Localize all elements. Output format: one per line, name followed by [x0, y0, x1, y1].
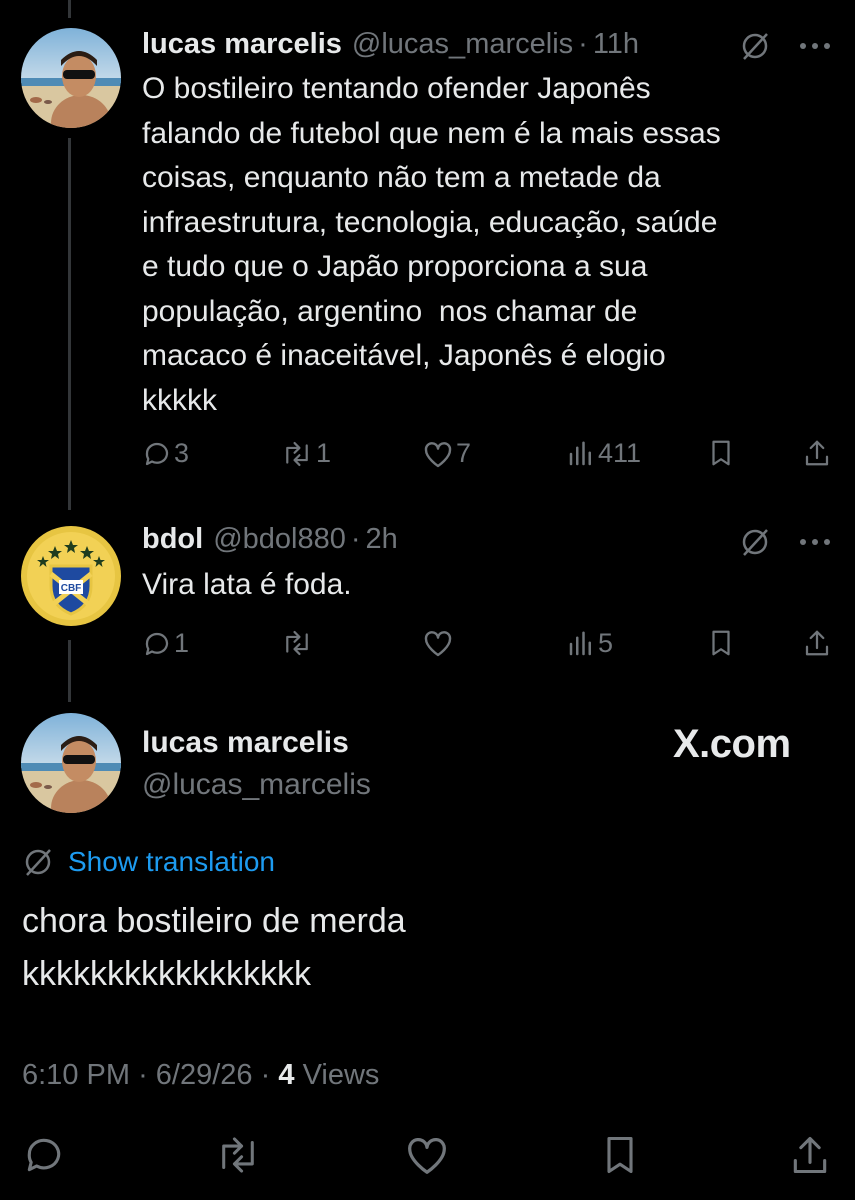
show-translation-label[interactable]: Show translation — [68, 846, 275, 878]
share-button[interactable] — [788, 1133, 832, 1177]
bookmark-icon — [712, 440, 730, 466]
views-count: 4 — [278, 1059, 295, 1091]
share-icon — [805, 630, 829, 656]
like-button[interactable] — [404, 1133, 450, 1177]
tweet-time[interactable]: 11h — [593, 28, 639, 61]
tweet-1-header: lucas marcelis @lucas_marcelis · 11h — [142, 28, 639, 61]
avatar-bdol[interactable]: CBF — [21, 526, 121, 626]
thread-line-top — [68, 0, 71, 18]
author-name[interactable]: bdol — [142, 523, 203, 556]
reply-button[interactable] — [22, 1133, 66, 1177]
author-handle[interactable]: @lucas_marcelis — [352, 28, 573, 61]
translate-icon[interactable] — [735, 26, 775, 66]
separator-dot: · — [260, 1059, 271, 1091]
tweet-meta: 6:10 PM · 6/29/26 · 4 Views — [22, 1059, 379, 1092]
bookmark-icon — [712, 630, 730, 656]
like-count: 7 — [456, 438, 472, 468]
views-count: 5 — [598, 628, 614, 658]
separator-dot: · — [350, 523, 361, 555]
translate-icon[interactable] — [735, 522, 775, 562]
avatar-crest-text: CBF — [61, 583, 82, 594]
views-icon — [569, 631, 591, 655]
repost-icon — [222, 1137, 254, 1173]
share-button[interactable] — [802, 628, 832, 658]
tweet-2-actions: 1 5 — [0, 628, 855, 668]
repost-button[interactable] — [213, 1133, 263, 1177]
x-com-watermark: X.com — [673, 722, 791, 766]
reply-button[interactable]: 1 — [142, 628, 189, 659]
repost-button[interactable] — [280, 628, 314, 658]
tweet-date[interactable]: 6/29/26 — [156, 1059, 253, 1091]
reply-count: 1 — [174, 628, 190, 658]
share-icon — [805, 440, 829, 466]
separator-dot: · — [138, 1059, 148, 1091]
like-button[interactable]: 7 — [422, 438, 471, 469]
main-tweet-text: chora bostileiro de merda kkkkkkkkkkkkkk… — [22, 902, 406, 993]
views-button[interactable]: 411 — [566, 438, 641, 469]
main-tweet-actions — [0, 1133, 855, 1177]
reply-icon — [27, 1138, 61, 1172]
reply-icon — [145, 442, 169, 465]
translate-icon — [25, 849, 51, 876]
tweet-timestamp[interactable]: 6:10 PM — [22, 1059, 130, 1091]
tweet-time[interactable]: 2h — [366, 523, 398, 556]
share-button[interactable] — [802, 438, 832, 468]
show-translation-button[interactable]: Show translation — [22, 846, 275, 878]
views-count: 411 — [598, 438, 642, 468]
tweet-1-text: O bostileiro tentando ofender Japonês fa… — [142, 72, 721, 417]
main-author-name[interactable]: lucas marcelis — [142, 726, 349, 760]
reply-count: 3 — [174, 438, 190, 468]
bookmark-icon — [607, 1136, 633, 1174]
tweet-1-actions: 3 1 7 411 — [0, 438, 855, 478]
like-icon — [408, 1138, 446, 1174]
views-button[interactable]: 5 — [566, 628, 613, 659]
views-label: Views — [302, 1059, 380, 1091]
reply-button[interactable]: 3 — [142, 438, 189, 469]
repost-count: 1 — [316, 438, 332, 468]
repost-icon — [286, 441, 308, 466]
share-icon — [793, 1136, 827, 1174]
author-handle[interactable]: @bdol880 — [213, 523, 346, 556]
tweet-2-header: bdol @bdol880 · 2h — [142, 523, 398, 556]
more-icon[interactable] — [795, 26, 835, 66]
bookmark-button[interactable] — [598, 1133, 642, 1177]
views-icon — [569, 441, 591, 465]
avatar-lucas-marcelis[interactable] — [21, 28, 121, 128]
bookmark-button[interactable] — [706, 438, 736, 468]
separator-dot: · — [578, 28, 588, 60]
repost-button[interactable]: 1 — [280, 438, 331, 469]
main-author-handle[interactable]: @lucas_marcelis — [142, 768, 371, 802]
like-icon — [424, 631, 452, 657]
like-icon — [424, 441, 452, 467]
repost-icon — [286, 630, 308, 656]
avatar-lucas-marcelis-main[interactable] — [21, 713, 121, 813]
like-button[interactable] — [422, 628, 454, 658]
tweet-2-text: Vira lata é foda. — [142, 568, 352, 601]
author-name[interactable]: lucas marcelis — [142, 28, 342, 61]
more-icon[interactable] — [795, 522, 835, 562]
bookmark-button[interactable] — [706, 628, 736, 658]
reply-icon — [145, 632, 169, 655]
